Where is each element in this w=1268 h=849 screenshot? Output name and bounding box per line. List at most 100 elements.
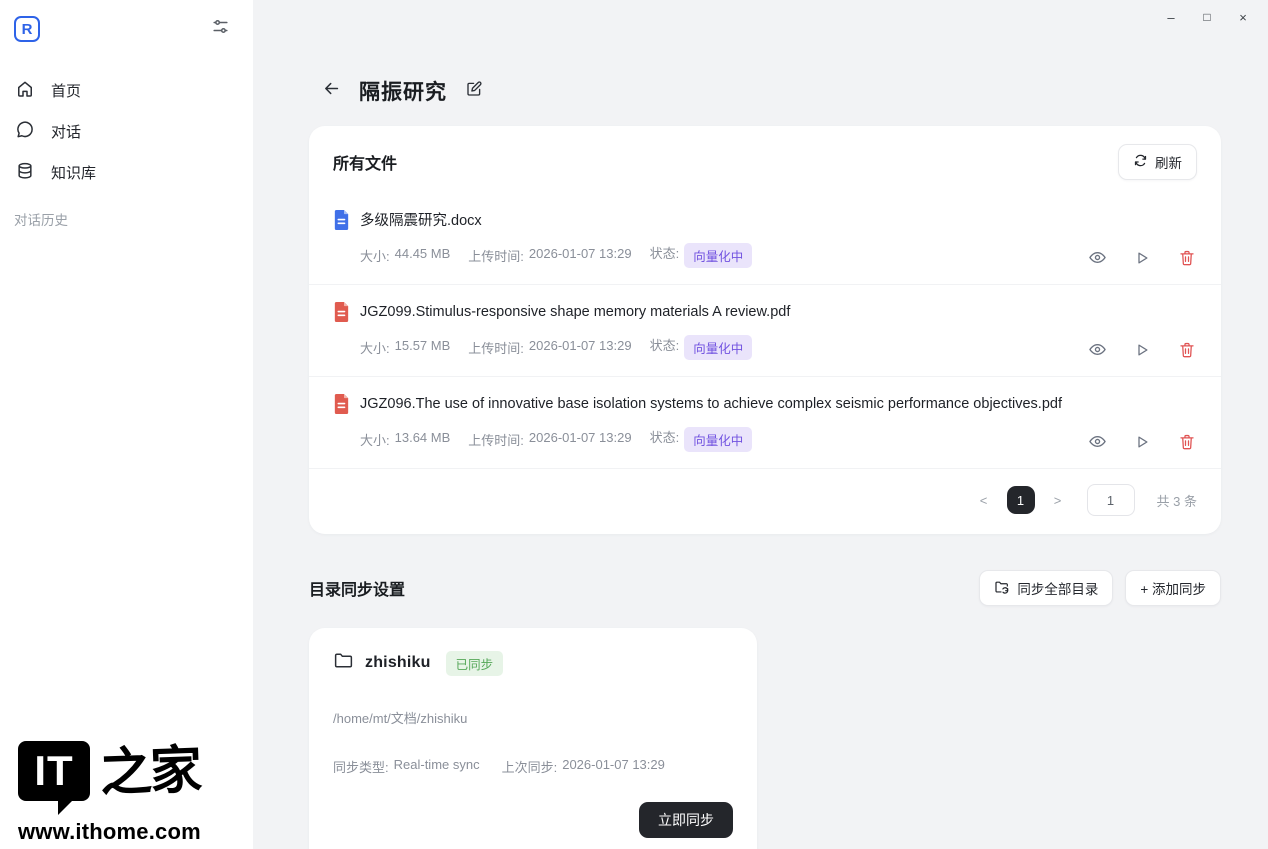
file-row: JGZ096.The use of innovative base isolat…	[309, 376, 1221, 468]
synced-badge: 已同步	[446, 651, 504, 676]
trash-icon	[1178, 249, 1196, 270]
add-sync-label: + 添加同步	[1140, 578, 1206, 598]
sync-now-button[interactable]: 立即同步	[639, 802, 733, 838]
play-icon	[1133, 249, 1151, 270]
upload-time: 2026-01-07 13:29	[529, 430, 632, 449]
size-label: 大小:	[360, 430, 390, 449]
preview-button[interactable]	[1087, 433, 1107, 453]
upload-time: 2026-01-07 13:29	[529, 338, 632, 357]
upload-label: 上传时间:	[468, 246, 524, 265]
files-card-title: 所有文件	[333, 150, 397, 174]
file-size: 15.57 MB	[395, 338, 451, 357]
play-icon	[1133, 341, 1151, 362]
folder-sync-icon	[994, 579, 1010, 598]
trash-icon	[1178, 341, 1196, 362]
last-sync-label: 上次同步:	[502, 757, 558, 776]
last-sync-value: 2026-01-07 13:29	[562, 757, 665, 776]
app-logo-letter: R	[22, 22, 33, 37]
total-count-label: 共 3 条	[1157, 491, 1197, 510]
current-page-button[interactable]: 1	[1007, 486, 1035, 514]
maximize-button[interactable]: □	[1194, 6, 1220, 28]
file-row: 多级隔震研究.docx 大小: 44.45 MB 上传时间: 2026-01-07 …	[309, 192, 1221, 284]
sync-folder-card: zhishiku 已同步 /home/mt/文档/zhishiku 同步类型: R…	[309, 628, 757, 849]
window-controls: – □ ×	[1158, 6, 1256, 28]
trash-icon	[1178, 433, 1196, 454]
prev-page-button[interactable]: <	[975, 493, 993, 508]
delete-button[interactable]	[1177, 341, 1197, 361]
size-label: 大小:	[360, 246, 390, 265]
folder-icon	[333, 650, 354, 676]
eye-icon	[1088, 432, 1107, 454]
sync-type-value: Real-time sync	[394, 757, 480, 776]
sidebar-item-label: 首页	[51, 80, 81, 101]
delete-button[interactable]	[1177, 433, 1197, 453]
sidebar: R 首页	[0, 0, 253, 849]
home-icon	[15, 79, 35, 103]
sync-folder-name: zhishiku	[365, 654, 431, 672]
pagination: < 1 > 共 3 条	[309, 468, 1221, 534]
run-button[interactable]	[1132, 249, 1152, 269]
add-sync-button[interactable]: + 添加同步	[1125, 570, 1221, 606]
file-name[interactable]: 多级隔震研究.docx	[360, 209, 482, 230]
refresh-icon	[1133, 153, 1148, 171]
file-size: 44.45 MB	[395, 246, 451, 265]
eye-icon	[1088, 248, 1107, 270]
sync-all-label: 同步全部目录	[1017, 578, 1098, 598]
play-icon	[1133, 433, 1151, 454]
preview-button[interactable]	[1087, 341, 1107, 361]
size-label: 大小:	[360, 338, 390, 357]
delete-button[interactable]	[1177, 249, 1197, 269]
sidebar-settings-button[interactable]	[209, 18, 231, 40]
sidebar-nav: 首页 对话 知识库	[0, 70, 253, 193]
sync-type-label: 同步类型:	[333, 757, 389, 776]
sync-section-title: 目录同步设置	[309, 576, 405, 600]
refresh-button[interactable]: 刷新	[1118, 144, 1197, 180]
run-button[interactable]	[1132, 433, 1152, 453]
status-badge: 向量化中	[684, 427, 752, 452]
sidebar-item-chat[interactable]: 对话	[0, 111, 253, 152]
main-area: – □ × 隔振研究	[253, 0, 1268, 849]
close-button[interactable]: ×	[1230, 6, 1256, 28]
doc-file-icon-blue	[333, 210, 350, 230]
sync-section-header: 目录同步设置 同步全部目录	[309, 570, 1221, 606]
status-badge: 向量化中	[684, 243, 752, 268]
chat-history-label: 对话历史	[0, 209, 253, 229]
chat-icon	[15, 120, 35, 144]
database-icon	[15, 161, 35, 185]
file-name[interactable]: JGZ096.The use of innovative base isolat…	[360, 396, 1062, 412]
sync-all-button[interactable]: 同步全部目录	[979, 570, 1113, 606]
all-files-card: 所有文件 刷新	[309, 126, 1221, 534]
edit-icon	[465, 80, 483, 103]
status-label: 状态:	[650, 335, 680, 360]
app-logo[interactable]: R	[14, 16, 40, 42]
run-button[interactable]	[1132, 341, 1152, 361]
upload-label: 上传时间:	[468, 430, 524, 449]
refresh-label: 刷新	[1155, 152, 1182, 172]
back-button[interactable]	[320, 80, 342, 102]
page-title: 隔振研究	[359, 76, 447, 106]
upload-label: 上传时间:	[468, 338, 524, 357]
sidebar-item-label: 对话	[51, 121, 81, 142]
doc-file-icon-red	[333, 394, 350, 414]
preview-button[interactable]	[1087, 249, 1107, 269]
sliders-icon	[211, 17, 230, 41]
sidebar-item-home[interactable]: 首页	[0, 70, 253, 111]
back-arrow-icon	[322, 79, 341, 103]
doc-file-icon-red	[333, 302, 350, 322]
app-window: R 首页	[0, 0, 1268, 849]
status-badge: 向量化中	[684, 335, 752, 360]
file-size: 13.64 MB	[395, 430, 451, 449]
sidebar-item-label: 知识库	[51, 162, 96, 183]
sync-folder-path: /home/mt/文档/zhishiku	[333, 708, 733, 727]
status-label: 状态:	[650, 243, 680, 268]
sidebar-item-knowledge-base[interactable]: 知识库	[0, 152, 253, 193]
minimize-button[interactable]: –	[1158, 6, 1184, 28]
file-row: JGZ099.Stimulus-responsive shape memory …	[309, 284, 1221, 376]
file-name[interactable]: JGZ099.Stimulus-responsive shape memory …	[360, 304, 790, 320]
page-header: 隔振研究	[309, 76, 1221, 106]
page-jump-input[interactable]	[1087, 484, 1135, 516]
rename-button[interactable]	[464, 81, 484, 101]
upload-time: 2026-01-07 13:29	[529, 246, 632, 265]
status-label: 状态:	[650, 427, 680, 452]
next-page-button[interactable]: >	[1049, 493, 1067, 508]
